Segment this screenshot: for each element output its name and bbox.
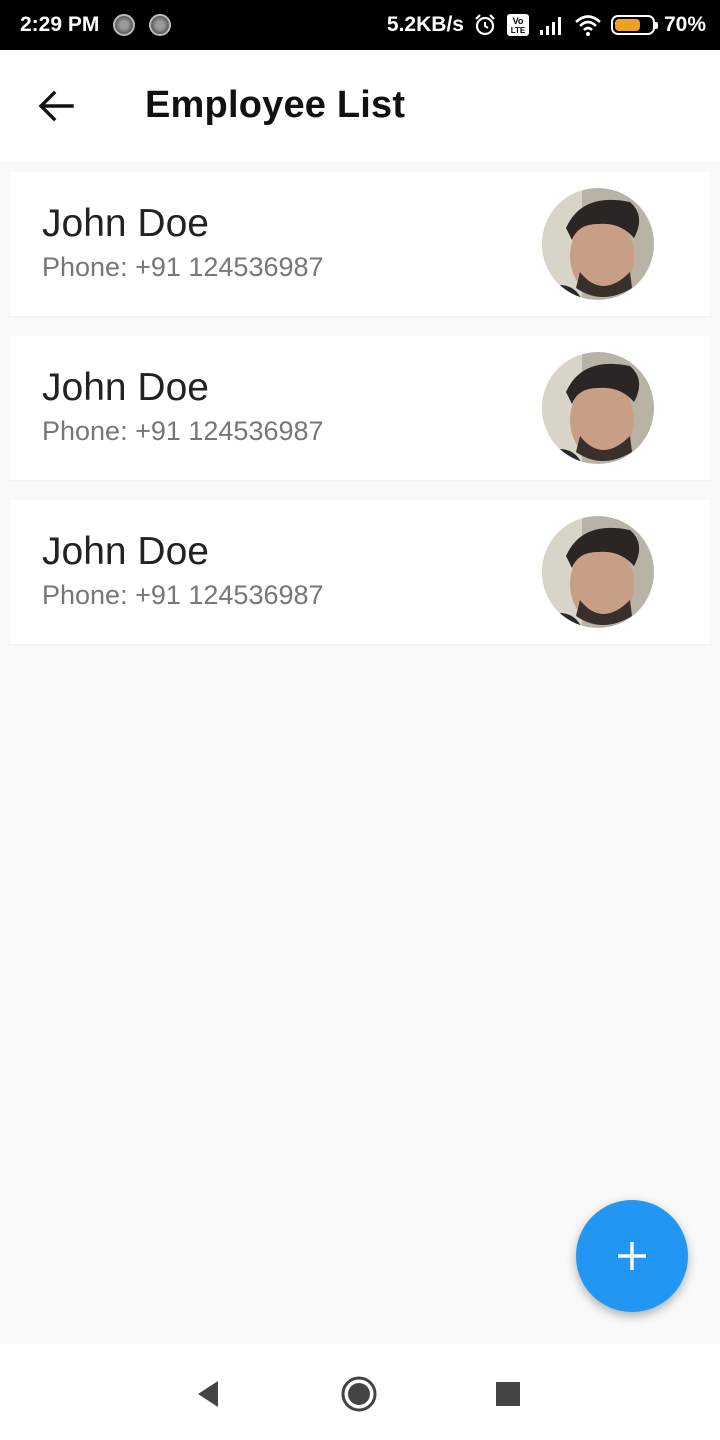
employee-name: John Doe	[42, 530, 209, 573]
avatar	[542, 516, 654, 628]
employee-name: John Doe	[42, 202, 209, 245]
nav-home-button[interactable]	[337, 1372, 381, 1416]
employee-list: John Doe Phone: +91 124536987 John Doe P…	[10, 172, 710, 664]
nav-recents-icon	[496, 1382, 520, 1406]
wifi-icon	[574, 13, 602, 37]
app-bar: Employee List	[0, 50, 720, 162]
volte-icon: Vo LTE	[506, 13, 530, 37]
employee-phone: Phone: +91 124536987	[42, 252, 324, 282]
alarm-icon	[473, 13, 497, 37]
status-bar: 2:29 PM 5.2KB/s Vo LTE 70%	[0, 0, 720, 50]
nav-back-icon	[198, 1381, 218, 1407]
nav-back-button[interactable]	[186, 1372, 230, 1416]
nav-home-icon	[341, 1376, 377, 1412]
volte-label-bottom: LTE	[511, 26, 526, 35]
network-speed: 5.2KB/s	[386, 13, 464, 36]
employee-phone: Phone: +91 124536987	[42, 416, 324, 446]
add-employee-button[interactable]	[576, 1200, 688, 1312]
list-item[interactable]: John Doe Phone: +91 124536987	[10, 172, 710, 316]
battery-icon	[610, 15, 658, 35]
list-item[interactable]: John Doe Phone: +91 124536987	[10, 500, 710, 644]
navigation-bar	[0, 1344, 720, 1440]
employee-phone: Phone: +91 124536987	[42, 580, 324, 610]
notification-icon	[149, 14, 172, 36]
employee-name: John Doe	[42, 366, 209, 409]
nav-recents-button[interactable]	[486, 1372, 530, 1416]
notification-icon	[113, 14, 136, 36]
volte-label-top: Vo	[513, 16, 524, 26]
battery-fill	[614, 19, 641, 31]
battery-percent: 70%	[663, 13, 706, 36]
status-right: 5.2KB/s Vo LTE 70%	[387, 13, 706, 37]
avatar	[542, 188, 654, 300]
status-time: 2:29 PM	[20, 13, 100, 36]
signal-icon	[539, 14, 565, 36]
back-button[interactable]	[30, 84, 82, 128]
avatar	[542, 352, 654, 464]
plus-icon	[618, 1242, 646, 1270]
page-title: Employee List	[145, 84, 406, 126]
list-item[interactable]: John Doe Phone: +91 124536987	[10, 336, 710, 480]
status-left: 2:29 PM	[20, 13, 172, 37]
arrow-back-icon	[38, 90, 74, 122]
